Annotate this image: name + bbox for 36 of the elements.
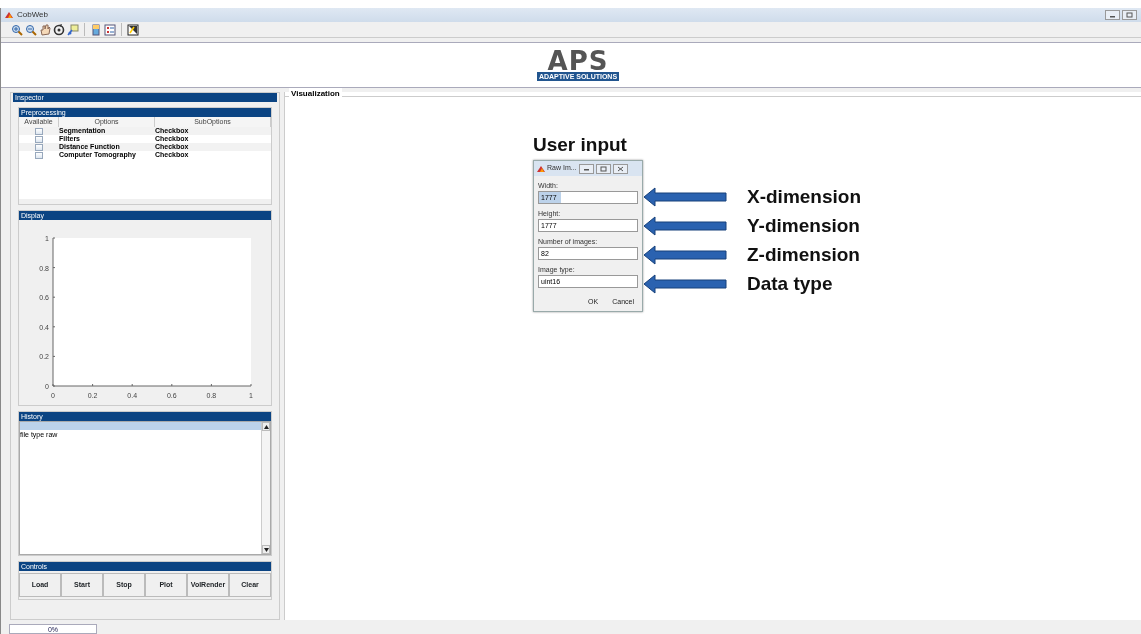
arrow-icon <box>643 215 727 236</box>
minimize-button[interactable] <box>578 163 594 174</box>
annotation-label: X-dimension <box>747 185 861 208</box>
checkbox[interactable] <box>35 135 43 143</box>
arrow-icon <box>643 186 727 207</box>
matlab-icon <box>5 11 13 19</box>
arrow-icon <box>643 273 727 294</box>
close-icon[interactable] <box>616 165 624 172</box>
checkbox[interactable] <box>35 143 43 151</box>
minimize-button[interactable] <box>1105 10 1120 20</box>
legend-icon[interactable] <box>104 23 116 36</box>
annotation-label: Y-dimension <box>747 214 860 237</box>
panel-title: Visualization <box>289 88 342 100</box>
maximize-button[interactable] <box>1122 10 1137 20</box>
plot-tool-icon[interactable] <box>127 23 139 36</box>
maximize-icon[interactable] <box>599 165 607 172</box>
rotate-icon[interactable] <box>53 23 65 36</box>
annotation-label: Data type <box>747 272 833 295</box>
heading: User input <box>533 134 628 156</box>
data-cursor-icon[interactable] <box>67 23 79 36</box>
arrow-icon <box>643 244 727 265</box>
close-button[interactable] <box>612 163 628 174</box>
hand-icon[interactable] <box>39 23 51 36</box>
scroll-up-button[interactable] <box>262 422 270 431</box>
checkbox[interactable] <box>35 127 43 135</box>
logo-text: APS <box>547 49 609 72</box>
window-title: CobWeb <box>17 9 48 21</box>
annotation-label: Z-dimension <box>747 243 860 266</box>
zoom-in-icon[interactable] <box>11 23 23 36</box>
colorbar-icon[interactable] <box>90 23 102 36</box>
checkbox[interactable] <box>35 151 43 159</box>
maximize-icon[interactable] <box>1126 12 1133 18</box>
scroll-down-button[interactable] <box>262 545 270 554</box>
maximize-button[interactable] <box>595 163 611 174</box>
zoom-out-icon[interactable] <box>25 23 37 36</box>
matlab-icon <box>537 164 545 173</box>
